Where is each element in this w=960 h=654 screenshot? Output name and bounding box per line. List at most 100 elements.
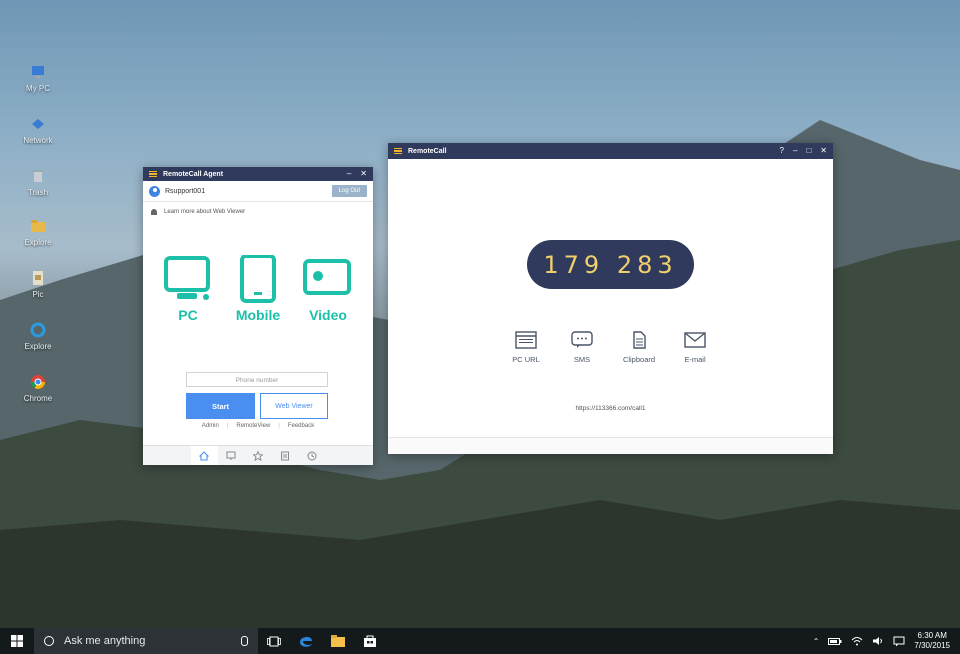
picture-icon — [30, 270, 46, 286]
admin-link[interactable]: Admin — [202, 423, 219, 429]
close-button[interactable]: ✕ — [820, 147, 827, 155]
share-email[interactable]: E-mail — [667, 331, 723, 364]
share-clipboard[interactable]: Clipboard — [611, 331, 667, 364]
edge-icon — [300, 636, 312, 647]
tab-home[interactable] — [190, 446, 218, 465]
clock[interactable]: 6:30 AM 7/30/2015 — [914, 631, 950, 651]
minimize-button[interactable]: – — [347, 170, 351, 178]
windows-icon — [11, 635, 23, 647]
connection-code: 179 283 — [527, 240, 694, 289]
desktop-icon-network[interactable]: Network — [18, 116, 58, 145]
logout-button[interactable]: Log Out — [331, 185, 367, 197]
store-icon — [364, 635, 376, 647]
share-label: PC URL — [512, 355, 540, 364]
desktop-icon-my-pc[interactable]: My PC — [18, 64, 58, 93]
mode-label: Video — [309, 307, 347, 323]
document-icon — [633, 331, 646, 349]
avatar — [149, 185, 160, 197]
bell-icon — [151, 209, 157, 215]
cortana-search-box[interactable]: Ask me anything — [34, 628, 258, 654]
feedback-link[interactable]: Feedback — [288, 423, 314, 429]
home-icon — [199, 450, 209, 461]
desktop-icon-pic[interactable]: Pic — [18, 270, 58, 299]
desktop-icon-trash[interactable]: Trash — [18, 168, 58, 197]
history-icon — [307, 451, 317, 460]
desktop-icon-label: My PC — [26, 84, 50, 93]
taskbar: Ask me anything ⌃ 6:30 AM 7/30/2015 — [0, 628, 960, 654]
close-button[interactable]: ✕ — [360, 170, 367, 178]
minimize-button[interactable]: – — [793, 147, 797, 155]
battery-icon[interactable] — [828, 637, 842, 645]
video-icon — [303, 259, 351, 295]
chevron-up-icon[interactable]: ⌃ — [813, 637, 820, 646]
menu-icon[interactable] — [149, 170, 157, 178]
file-explorer-button[interactable] — [322, 628, 354, 654]
remotecall-agent-window: RemoteCall Agent – ✕ Rsupport001 Log Out… — [143, 167, 373, 465]
clock-date: 7/30/2015 — [914, 641, 950, 650]
task-view-button[interactable] — [258, 628, 290, 654]
start-button[interactable]: Start — [186, 393, 255, 419]
computer-icon — [30, 64, 46, 80]
edge-button[interactable] — [290, 628, 322, 654]
desktop-icon-label: Pic — [32, 290, 44, 299]
share-label: E-mail — [684, 355, 706, 364]
start-menu-button[interactable] — [0, 628, 34, 654]
desktop-icon-label: Chrome — [23, 394, 53, 403]
menu-icon[interactable] — [394, 147, 402, 155]
learn-more-label: Learn more about Web Viewer — [164, 209, 246, 215]
desktop-icon-ie[interactable]: Explore — [18, 322, 58, 351]
share-sms[interactable]: SMS — [554, 331, 610, 364]
trash-icon — [30, 168, 46, 184]
browser-icon — [515, 331, 537, 349]
web-viewer-button[interactable]: Web Viewer — [260, 393, 328, 419]
tab-history[interactable] — [299, 446, 326, 465]
agent-titlebar[interactable]: RemoteCall Agent – ✕ — [143, 167, 373, 181]
status-bar — [388, 437, 833, 454]
folder-icon — [331, 635, 345, 647]
store-button[interactable] — [354, 628, 386, 654]
desktop-icon-label: Explore — [24, 238, 52, 247]
volume-icon[interactable] — [872, 636, 884, 646]
chat-icon — [571, 331, 593, 348]
desktop-icon-label: Explore — [24, 342, 52, 351]
divider: | — [278, 423, 280, 429]
mode-video[interactable]: Video — [298, 255, 358, 323]
share-label: Clipboard — [622, 355, 656, 364]
mode-pc[interactable]: PC — [158, 255, 218, 323]
mode-mobile[interactable]: Mobile — [228, 255, 288, 323]
remotecall-window: RemoteCall ? – □ ✕ 179 283 PC URL SMS Cl… — [388, 143, 833, 454]
folder-icon — [30, 218, 46, 234]
username: Rsupport001 — [165, 187, 206, 195]
tab-notes[interactable] — [272, 446, 299, 465]
remotecall-titlebar[interactable]: RemoteCall ? – □ ✕ — [388, 143, 833, 159]
mobile-icon — [240, 255, 276, 303]
mode-label: PC — [178, 307, 198, 323]
share-pc-url[interactable]: PC URL — [498, 331, 554, 364]
maximize-button[interactable]: □ — [806, 147, 811, 155]
mode-selector: PC Mobile Video — [143, 255, 373, 323]
microphone-icon[interactable] — [241, 636, 248, 646]
phone-number-input[interactable]: Phone number — [186, 372, 328, 387]
footer-links: Admin | RemoteView | Feedback — [143, 423, 373, 429]
desktop-icon-chrome[interactable]: Chrome — [18, 374, 58, 403]
window-title: RemoteCall Agent — [163, 170, 224, 178]
desktop-icon-explore[interactable]: Explore — [18, 218, 58, 247]
tab-favorites[interactable] — [245, 446, 272, 465]
help-button[interactable]: ? — [780, 147, 784, 155]
call-url[interactable]: https://113366.com/call1 — [388, 405, 833, 412]
tab-screen[interactable] — [218, 446, 245, 465]
remoteview-link[interactable]: RemoteView — [236, 423, 270, 429]
network-icon — [30, 116, 46, 132]
divider: | — [226, 423, 229, 429]
window-title: RemoteCall — [408, 147, 447, 155]
mode-label: Mobile — [235, 307, 281, 323]
desktop-icon-label: Network — [23, 136, 53, 145]
notification-icon[interactable] — [893, 636, 905, 647]
learn-more-link[interactable]: Learn more about Web Viewer — [143, 202, 373, 222]
ie-icon — [30, 322, 46, 338]
share-label: SMS — [573, 355, 591, 364]
wifi-icon[interactable] — [851, 636, 863, 646]
search-placeholder: Ask me anything — [64, 635, 146, 647]
user-row: Rsupport001 Log Out — [143, 181, 373, 202]
chrome-icon — [30, 374, 46, 390]
